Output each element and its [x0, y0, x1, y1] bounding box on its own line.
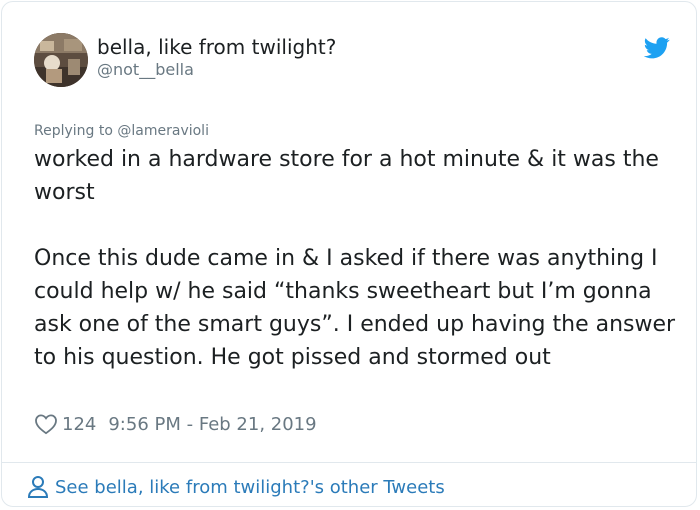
reply-mention-link[interactable]: @lameravioli [117, 123, 209, 139]
tweet-paragraph: worked in a hardware store for a hot min… [34, 147, 659, 205]
like-button[interactable]: 124 [34, 413, 108, 435]
see-other-tweets-label: See bella, like from twilight?'s other T… [55, 476, 445, 498]
tweet-text: worked in a hardware store for a hot min… [34, 143, 680, 374]
reply-prefix: Replying to [34, 123, 118, 139]
footer-divider [2, 462, 696, 463]
user-handle[interactable]: @not__bella [97, 60, 194, 80]
tweet-paragraph: Once this dude came in & I asked if ther… [34, 246, 676, 370]
avatar-photo [34, 33, 88, 87]
reply-context: Replying to @lameravioli [34, 122, 209, 140]
like-count: 124 [62, 413, 97, 435]
tweet-card: bella, like from twilight? @not__bella R… [1, 1, 697, 507]
tweet-timestamp[interactable]: 9:56 PM - Feb 21, 2019 [108, 414, 316, 435]
see-other-tweets-link[interactable]: See bella, like from twilight?'s other T… [27, 472, 445, 502]
display-name[interactable]: bella, like from twilight? [97, 35, 336, 59]
tweet-meta: 124 9:56 PM - Feb 21, 2019 [34, 410, 317, 438]
heart-icon [35, 414, 57, 435]
avatar[interactable] [34, 33, 88, 87]
twitter-bird-icon[interactable] [643, 37, 670, 59]
person-icon [27, 476, 49, 498]
